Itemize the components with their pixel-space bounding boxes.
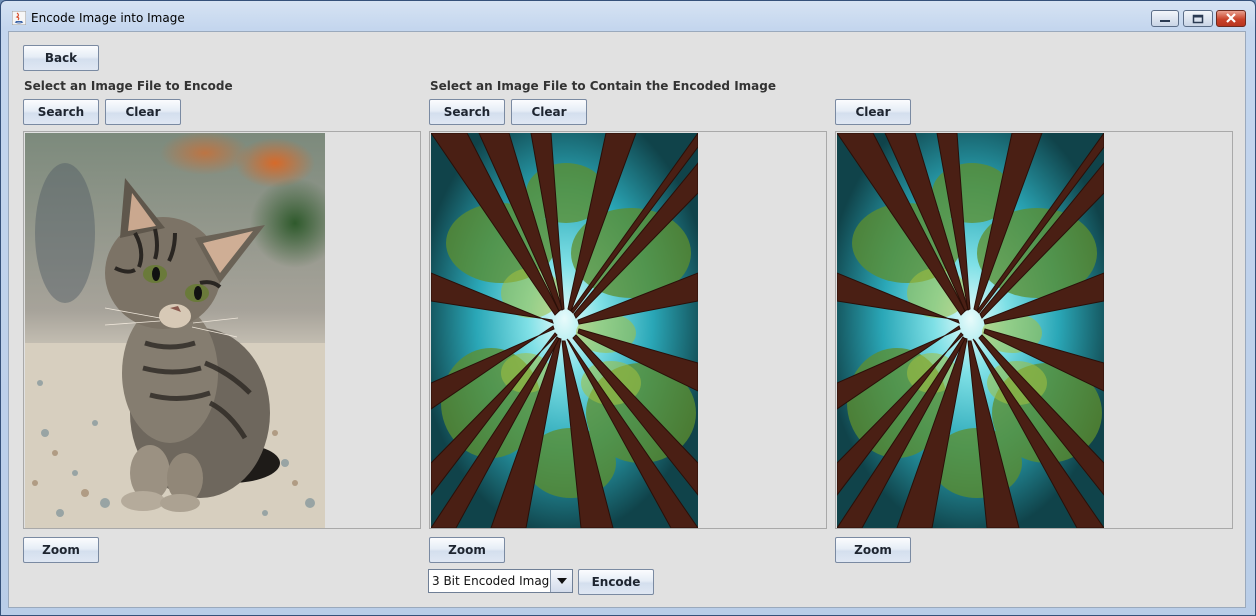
- forest-image: [431, 133, 698, 528]
- right-zoom-button[interactable]: Zoom: [835, 537, 911, 563]
- encoded-forest-image: [837, 133, 1104, 528]
- back-button[interactable]: Back: [23, 45, 99, 71]
- maximize-button[interactable]: [1183, 10, 1213, 27]
- encoded-result-panel: [835, 131, 1233, 529]
- title-bar[interactable]: Encode Image into Image: [1, 1, 1255, 31]
- maximize-icon: [1192, 14, 1204, 24]
- right-clear-button[interactable]: Clear: [835, 99, 911, 125]
- java-icon: [12, 11, 26, 25]
- close-icon: [1226, 13, 1236, 23]
- close-window-button[interactable]: [1216, 10, 1246, 27]
- container-image-panel: [429, 131, 827, 529]
- middle-clear-button[interactable]: Clear: [511, 99, 587, 125]
- container-image-label: Select an Image File to Contain the Enco…: [430, 79, 776, 93]
- encode-source-label: Select an Image File to Encode: [24, 79, 233, 93]
- minimize-button[interactable]: [1151, 10, 1179, 27]
- left-zoom-button[interactable]: Zoom: [23, 537, 99, 563]
- encoding-mode-value: 3 Bit Encoded Image: [432, 574, 557, 588]
- source-image-panel: [23, 131, 421, 529]
- left-clear-button[interactable]: Clear: [105, 99, 181, 125]
- kitten-image: [25, 133, 325, 528]
- middle-zoom-button[interactable]: Zoom: [429, 537, 505, 563]
- main-content: Back Select an Image File to Encode Sele…: [8, 31, 1246, 608]
- minimize-icon: [1160, 20, 1170, 22]
- window-title: Encode Image into Image: [31, 11, 185, 25]
- encoding-mode-select[interactable]: 3 Bit Encoded Image: [428, 569, 573, 593]
- encode-button[interactable]: Encode: [578, 569, 654, 595]
- dropdown-arrow[interactable]: [550, 570, 572, 592]
- left-search-button[interactable]: Search: [23, 99, 99, 125]
- chevron-down-icon: [556, 578, 567, 584]
- middle-search-button[interactable]: Search: [429, 99, 505, 125]
